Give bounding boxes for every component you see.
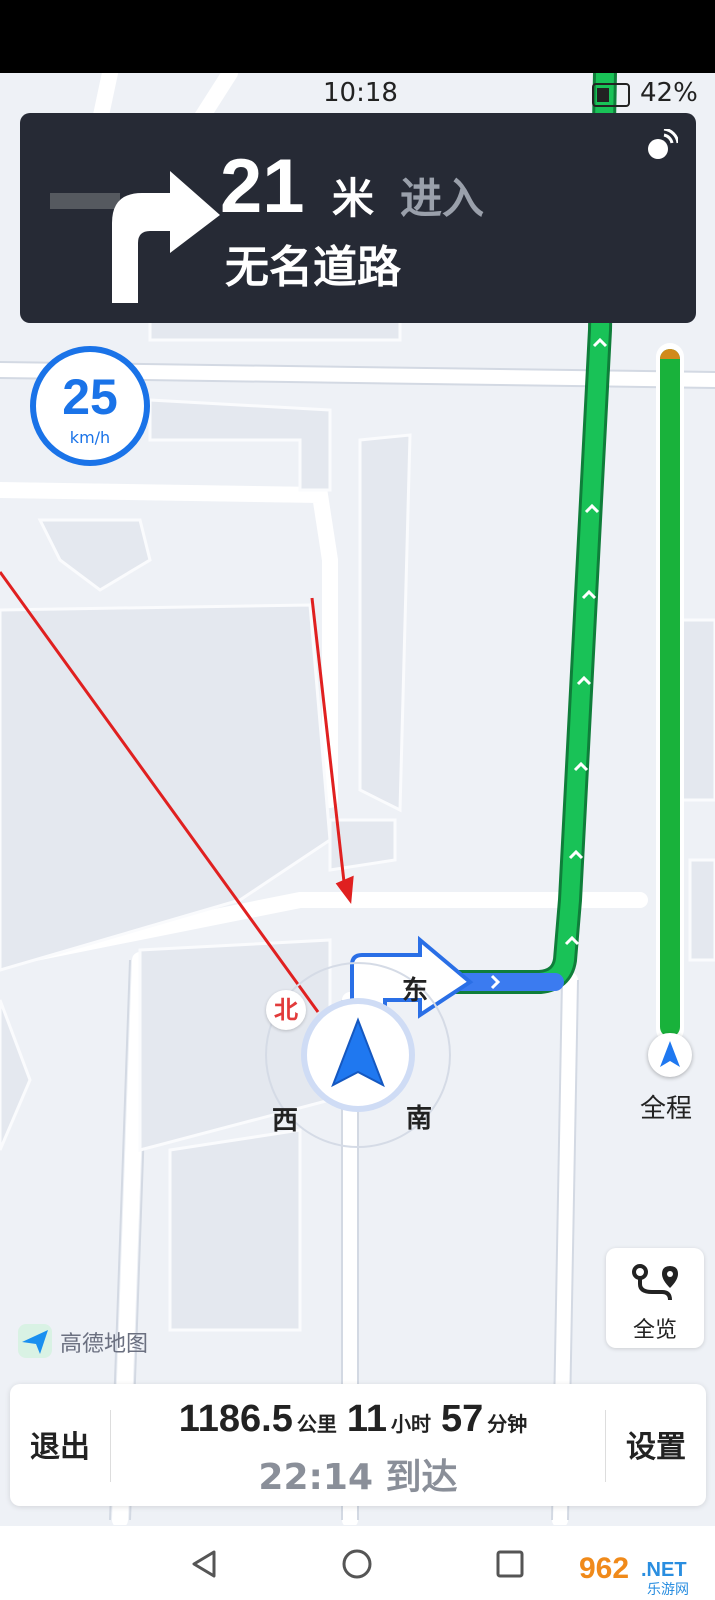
overview-label: 全览 <box>632 1318 677 1343</box>
recent-square-icon[interactable] <box>494 1548 526 1580</box>
trip-info-panel: 退出 1186.5 公里 11 小时 57 分钟 22:14 到达 设置 <box>10 1384 706 1506</box>
minutes-unit-label: 分钟 <box>487 1412 528 1436</box>
back-triangle-icon[interactable] <box>188 1548 220 1580</box>
guidance-card[interactable]: 21 米 进入 无名道路 <box>20 113 696 323</box>
compass-north: 北 <box>266 990 306 1030</box>
arrival-time: 22:14 到达 <box>258 1457 458 1498</box>
overview-button[interactable]: 全览 <box>606 1248 704 1348</box>
current-position-marker <box>648 1033 692 1077</box>
compass-south: 南 <box>406 1104 433 1134</box>
divider-right <box>605 1410 606 1482</box>
battery-icon <box>592 83 630 107</box>
divider-left <box>110 1410 111 1482</box>
top-black-bar <box>0 0 715 73</box>
turn-right-arrow-icon <box>50 171 220 303</box>
remaining-minutes: 57 <box>441 1398 484 1440</box>
remaining-distance: 1186.5 <box>178 1398 293 1440</box>
action-text: 进入 <box>400 174 485 223</box>
battery-level: 42% <box>640 78 698 108</box>
road-name: 无名道路 <box>225 242 401 293</box>
watermark-subtitle: 乐游网 <box>647 1582 689 1596</box>
compass-west: 西 <box>272 1106 299 1136</box>
brand-name: 高德地图 <box>60 1332 149 1357</box>
distance-unit-label: 公里 <box>296 1412 337 1436</box>
brand-logo: 高德地图 <box>18 1322 168 1362</box>
compass-east: 东 <box>402 976 429 1006</box>
navigation-arrow-icon <box>660 1041 680 1067</box>
watermark-suffix: .NET <box>641 1559 687 1581</box>
route-overview-icon <box>632 1264 678 1301</box>
exit-button[interactable]: 退出 <box>30 1422 90 1466</box>
watermark-number: 962 <box>579 1552 629 1585</box>
satellite-icon[interactable] <box>642 129 678 165</box>
status-bar: 10:18 42% <box>0 78 715 114</box>
remaining-summary: 1186.5 公里 11 小时 57 分钟 <box>120 1398 596 1441</box>
remaining-hours: 11 <box>346 1398 388 1440</box>
progress-fill <box>660 349 680 1037</box>
distance-unit: 米 <box>332 174 375 223</box>
home-circle-icon[interactable] <box>341 1548 373 1580</box>
amap-logo-icon <box>18 1324 52 1358</box>
clock: 10:18 <box>323 78 398 108</box>
full-route-label: 全程 <box>640 1094 693 1124</box>
site-watermark: 962 .NET 乐游网 <box>579 1552 689 1596</box>
turn-distance: 21 <box>220 144 305 229</box>
hours-unit-label: 小时 <box>391 1412 432 1436</box>
speed-unit: km/h <box>69 428 111 447</box>
settings-button[interactable]: 设置 <box>626 1422 686 1466</box>
speed-value: 25 <box>62 369 118 425</box>
speed-limit-badge: 25 km/h <box>30 346 150 466</box>
route-progress-bar <box>648 343 692 1077</box>
